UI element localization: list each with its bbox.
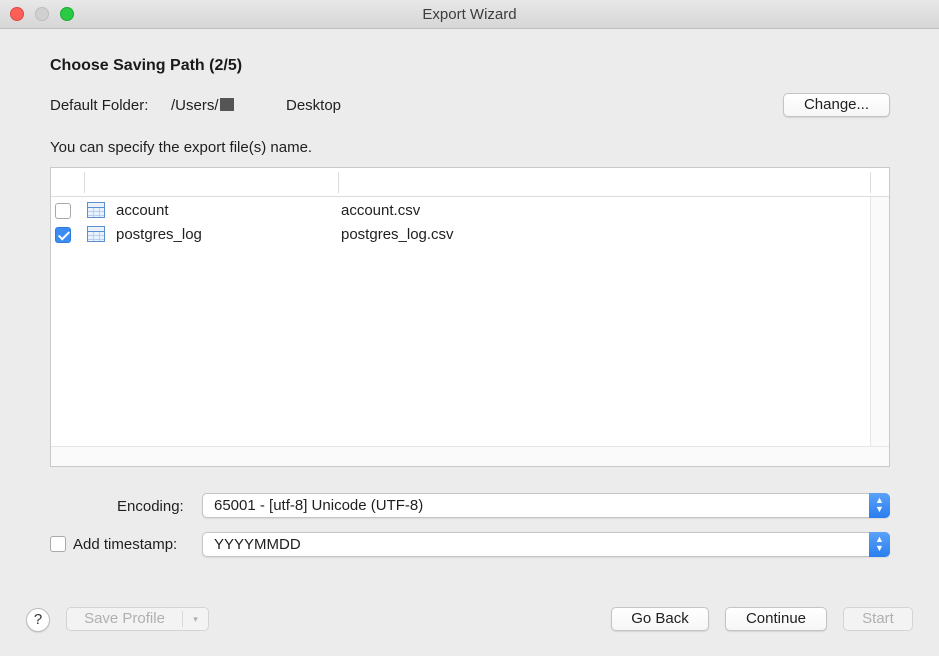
column-separator[interactable] <box>84 172 85 193</box>
chevron-up-down-icon: ▲ ▼ <box>869 532 890 557</box>
step-heading: Choose Saving Path (2/5) <box>50 57 243 74</box>
encoding-select[interactable]: 65001 - [utf-8] Unicode (UTF-8) ▲ ▼ <box>202 493 890 518</box>
change-folder-button[interactable]: Change... <box>783 93 890 117</box>
add-timestamp-label[interactable]: Add timestamp: <box>73 536 177 553</box>
add-timestamp-checkbox[interactable] <box>50 536 66 552</box>
table-row[interactable]: account account.csv <box>51 200 869 224</box>
title-bar: Export Wizard <box>0 0 939 29</box>
table-icon <box>87 226 105 242</box>
timestamp-format-value: YYYYMMDD <box>214 536 301 553</box>
row-checkbox[interactable] <box>55 203 71 219</box>
column-separator[interactable] <box>870 172 871 193</box>
chevron-up-down-icon: ▲ ▼ <box>869 493 890 518</box>
table-name-cell: account <box>116 202 169 219</box>
column-separator[interactable] <box>338 172 339 193</box>
start-button[interactable]: Start <box>843 607 913 631</box>
chevron-down-icon[interactable]: ▾ <box>183 608 208 630</box>
save-profile-button[interactable]: Save Profile ▾ <box>66 607 209 631</box>
export-filename-cell[interactable]: account.csv <box>341 202 420 219</box>
table-row[interactable]: postgres_log postgres_log.csv <box>51 224 869 248</box>
export-filename-cell[interactable]: postgres_log.csv <box>341 226 454 243</box>
row-checkbox[interactable] <box>55 227 71 243</box>
vertical-scrollbar[interactable] <box>870 197 889 446</box>
save-profile-label[interactable]: Save Profile <box>67 608 182 630</box>
encoding-value: 65001 - [utf-8] Unicode (UTF-8) <box>214 497 424 514</box>
table-header <box>51 168 889 197</box>
export-wizard-window: Export Wizard Choose Saving Path (2/5) D… <box>0 0 939 656</box>
go-back-button[interactable]: Go Back <box>611 607 709 631</box>
folder-path-prefix: /Users/ <box>171 97 219 114</box>
continue-button[interactable]: Continue <box>725 607 827 631</box>
export-name-hint: You can specify the export file(s) name. <box>50 139 313 156</box>
default-folder-path: /Users/ <box>171 97 234 114</box>
redacted-username <box>219 98 234 111</box>
timestamp-format-select[interactable]: YYYYMMDD ▲ ▼ <box>202 532 890 557</box>
default-folder-label: Default Folder: <box>50 97 149 114</box>
export-file-table: account account.csv postgres_log postgre… <box>50 167 890 467</box>
table-icon <box>87 202 105 218</box>
table-name-cell: postgres_log <box>116 226 202 243</box>
encoding-label: Encoding: <box>117 498 184 515</box>
folder-path-suffix: Desktop <box>286 97 342 114</box>
window-title: Export Wizard <box>422 6 517 23</box>
horizontal-scrollbar[interactable] <box>51 446 889 466</box>
help-button[interactable]: ? <box>26 608 50 632</box>
default-folder-row: Default Folder: /Users/ Desktop <box>50 97 341 114</box>
